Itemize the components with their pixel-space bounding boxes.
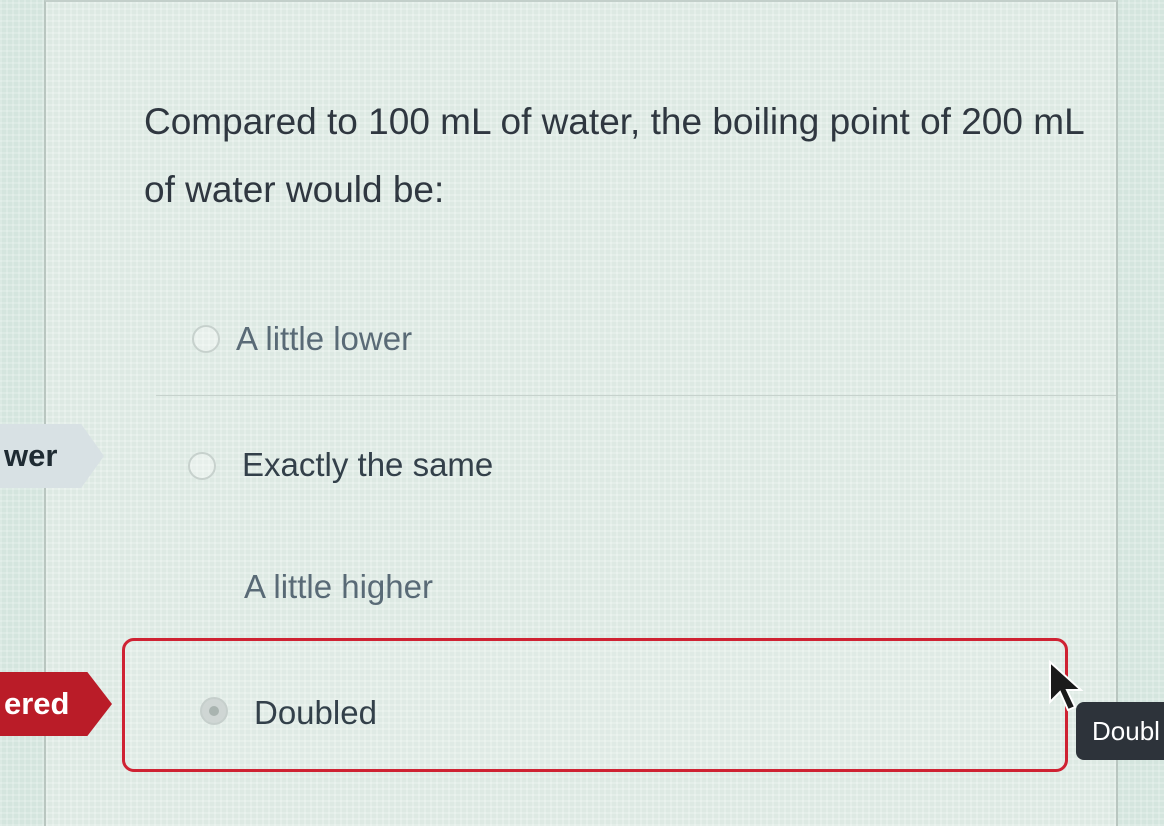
option-label-doubled[interactable]: Doubled (254, 694, 377, 732)
radio-a-little-lower[interactable] (192, 325, 220, 353)
option-label-exactly-the-same[interactable]: Exactly the same (242, 446, 493, 484)
option-label-a-little-higher[interactable]: A little higher (244, 568, 433, 606)
option-label-a-little-lower[interactable]: A little lower (236, 320, 412, 358)
mouse-pointer-icon (1049, 660, 1084, 712)
quiz-screen: Compared to 100 mL of water, the boiling… (0, 0, 1164, 826)
radio-doubled[interactable] (200, 697, 228, 725)
radio-exactly-the-same[interactable] (188, 452, 216, 480)
selected-answer-tooltip: Doubl (1076, 702, 1164, 760)
question-text: Compared to 100 mL of water, the boiling… (144, 101, 1084, 210)
